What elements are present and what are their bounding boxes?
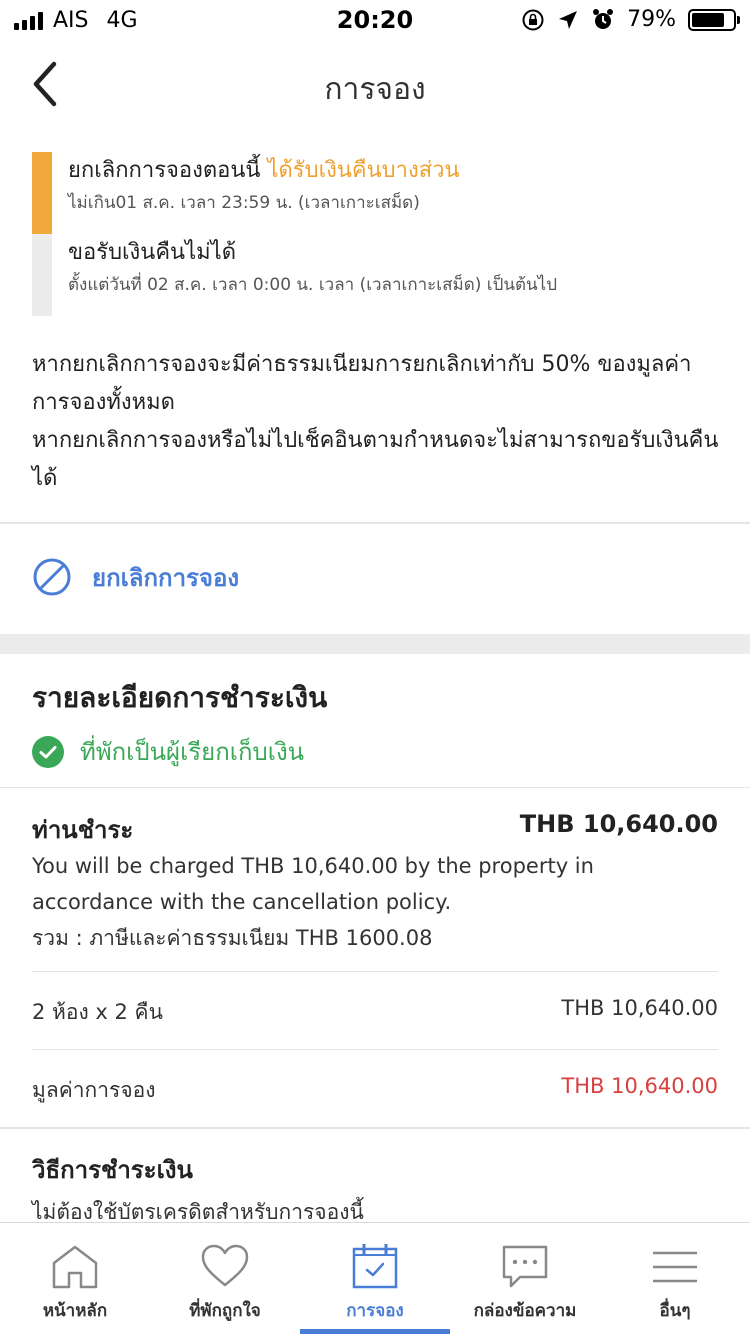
charge-label: ท่านชำระ: [32, 816, 134, 844]
payment-status-label: ที่พักเป็นผู้เรียกเก็บเงิน: [80, 738, 305, 766]
payment-status: ที่พักเป็นผู้เรียกเก็บเงิน: [32, 732, 304, 771]
tab-favorites[interactable]: ที่พักถูกใจ: [150, 1223, 300, 1334]
timeline-highlight: ได้รับเงินคืนบางส่วน: [267, 158, 460, 183]
page-title: การจอง: [324, 72, 426, 107]
battery-percent: 79%: [627, 7, 676, 32]
payment-section-title: รายละเอียดการชำระเงิน: [32, 681, 328, 714]
alarm-icon: [593, 8, 614, 29]
calendar-check-icon: [352, 1244, 398, 1289]
policy-text: หากยกเลิกการจองจะมีค่าธรรมเนียมการยกเลิก…: [32, 352, 692, 415]
timeline-title: ขอรับเงินคืนไม่ได้: [68, 240, 237, 265]
tab-label: อื่นๆ: [659, 1301, 691, 1321]
cancel-booking-label: ยกเลิกการจอง: [92, 563, 240, 592]
tab-more[interactable]: อื่นๆ: [600, 1223, 750, 1334]
cancel-icon: [33, 558, 71, 596]
home-icon: [52, 1245, 98, 1289]
row-label: 2 ห้อง x 2 คืน: [32, 1000, 163, 1024]
timeline-bar-partial-refund: [32, 152, 52, 234]
divider: [0, 787, 750, 788]
status-bar: AIS 4G 20:20 79%: [0, 0, 750, 40]
check-circle-icon: [32, 735, 64, 768]
timeline-title: ยกเลิกการจองตอนนี้: [68, 158, 261, 183]
tab-label: กล่องข้อความ: [473, 1301, 577, 1321]
tab-bar: หน้าหลัก ที่พักถูกใจ การจอง กล่องข้อความ…: [0, 1222, 750, 1334]
charge-summary: ท่านชำระ THB 10,640.00: [32, 810, 718, 849]
divider: [32, 1049, 718, 1050]
tab-label: หน้าหลัก: [42, 1301, 108, 1321]
timeline-subtitle: ไม่เกิน01 ส.ค. เวลา 23:59 น. (เวลาเกาะเส…: [68, 193, 420, 213]
tab-label: การจอง: [346, 1301, 404, 1321]
tab-home[interactable]: หน้าหลัก: [0, 1223, 150, 1334]
section-separator: [0, 634, 750, 654]
row-label: มูลค่าการจอง: [32, 1078, 156, 1102]
charge-amount: THB 10,640.00: [519, 810, 718, 838]
divider: [32, 971, 718, 972]
timeline-bar-no-refund: [32, 234, 52, 316]
cancellation-timeline: ยกเลิกการจองตอนนี้ ได้รับเงินคืนบางส่วน …: [32, 152, 722, 316]
row-value: THB 10,640.00: [561, 996, 718, 1020]
tax-note: รวม : ภาษีและค่าธรรมเนียม THB 1600.08: [32, 926, 433, 950]
timeline-subtitle: ตั้งแต่วันที่ 02 ส.ค. เวลา 0:00 น. เวลา …: [68, 275, 557, 295]
price-row-rooms: 2 ห้อง x 2 คืน THB 10,640.00: [32, 996, 718, 1029]
timeline-item-no-refund: ขอรับเงินคืนไม่ได้ ตั้งแต่วันที่ 02 ส.ค.…: [68, 234, 557, 298]
charge-description: You will be charged THB 10,640.00 by the…: [32, 848, 718, 956]
policy-text: หากยกเลิกการจองหรือไม่ไปเช็คอินตามกำหนดจ…: [32, 428, 719, 491]
heart-icon: [201, 1244, 249, 1287]
cancellation-policy: หากยกเลิกการจองจะมีค่าธรรมเนียมการยกเลิก…: [32, 346, 722, 498]
payment-method-title: วิธีการชำระเงิน: [32, 1156, 193, 1184]
rotation-lock-icon: [522, 9, 544, 30]
tab-bookings[interactable]: การจอง: [300, 1223, 450, 1334]
location-icon: [559, 10, 578, 29]
tab-inbox[interactable]: กล่องข้อความ: [450, 1223, 600, 1334]
price-row-total: มูลค่าการจอง THB 10,640.00: [32, 1074, 718, 1107]
chat-icon: [502, 1245, 548, 1288]
menu-icon: [653, 1251, 697, 1283]
timeline-item-partial-refund: ยกเลิกการจองตอนนี้ ได้รับเงินคืนบางส่วน …: [68, 152, 460, 216]
row-value: THB 10,640.00: [561, 1074, 718, 1098]
divider: [0, 1127, 750, 1129]
tab-label: ที่พักถูกใจ: [189, 1301, 261, 1321]
battery-icon: [688, 8, 740, 31]
cancel-booking-button[interactable]: ยกเลิกการจอง: [32, 555, 239, 599]
active-tab-indicator: [300, 1329, 450, 1334]
charge-note: You will be charged THB 10,640.00 by the…: [32, 854, 594, 914]
divider: [0, 522, 750, 524]
nav-bar: การจอง: [0, 40, 750, 130]
